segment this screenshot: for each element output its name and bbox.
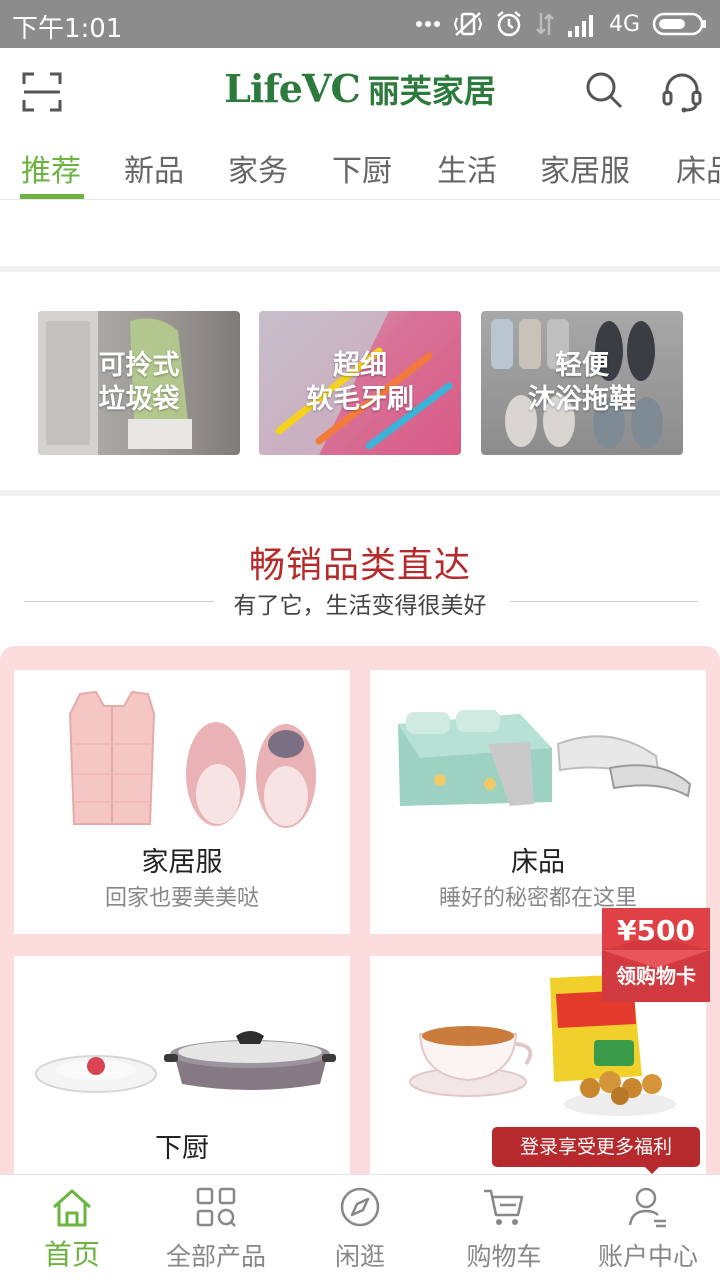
nav-home[interactable]: 首页 [0, 1175, 144, 1280]
vibrate-off-icon [453, 12, 483, 36]
app-header: LifeVC 丽芙家居 [0, 48, 720, 134]
tab-recommended[interactable]: 推荐 [21, 146, 81, 190]
signal-icon [567, 15, 593, 37]
promo-label: 超细 软毛牙刷 [259, 349, 461, 417]
promo-label-line1: 轻便 [555, 350, 609, 381]
category-tabs: 推荐 新品 家务 下厨 生活 家居服 床品 [0, 134, 720, 200]
tab-kitchen[interactable]: 下厨 [332, 146, 392, 190]
category-image [35, 1031, 336, 1093]
logo-text-en: LifeVC [224, 66, 360, 111]
coupon-label: 领购物卡 [616, 964, 696, 988]
tab-bedding[interactable]: 床品 [676, 146, 720, 190]
promo-label: 可拎式 垃圾袋 [38, 349, 240, 417]
category-name: 下厨 [155, 1133, 209, 1164]
data-transfer-icon [536, 13, 554, 35]
user-icon [628, 1187, 666, 1228]
category-desc: 回家也要美美哒 [104, 886, 259, 911]
section-subtitle-text: 有了它，生活变得很美好 [221, 593, 499, 619]
login-tip[interactable]: 登录享受更多福利 [492, 1127, 700, 1167]
category-image [398, 710, 692, 806]
promo-label-line2: 软毛牙刷 [306, 384, 414, 415]
status-bar: 下午1:01 4G [0, 0, 720, 48]
nav-explore[interactable]: 闲逛 [288, 1175, 432, 1280]
status-time: 下午1:01 [12, 14, 123, 44]
section-divider [0, 266, 720, 272]
promo-label-line1: 可拎式 [98, 350, 180, 381]
customer-service-button[interactable] [660, 70, 704, 114]
nav-account[interactable]: 账户中心 [576, 1175, 720, 1280]
category-card-bedding[interactable]: 床品 睡好的秘密都在这里 [370, 670, 706, 934]
logo-text-cn: 丽芙家居 [367, 72, 496, 110]
battery-icon [652, 12, 706, 36]
promo-label: 轻便 沐浴拖鞋 [481, 349, 683, 417]
grid-icon [196, 1187, 236, 1227]
search-icon [586, 72, 623, 109]
promo-card-slippers[interactable]: 轻便 沐浴拖鞋 [481, 311, 683, 455]
section-divider [0, 490, 720, 496]
nav-all-products[interactable]: 全部产品 [144, 1175, 288, 1280]
promo-label-line1: 超细 [333, 350, 387, 381]
promo-label-line2: 垃圾袋 [98, 384, 180, 415]
gift-card-badge[interactable]: ¥500 领购物卡 [602, 908, 710, 1002]
category-card-homewear[interactable]: 家居服 回家也要美美哒 [14, 670, 350, 934]
nav-label: 购物车 [466, 1242, 542, 1271]
tab-living[interactable]: 生活 [437, 146, 497, 190]
compass-icon [340, 1187, 380, 1227]
tab-new[interactable]: 新品 [124, 146, 184, 190]
network-type: 4G [608, 11, 640, 37]
nav-label: 全部产品 [165, 1242, 266, 1271]
promo-label-line2: 沐浴拖鞋 [528, 384, 636, 415]
tab-homewear[interactable]: 家居服 [540, 146, 630, 190]
more-dots-icon [415, 21, 440, 27]
nav-label: 首页 [43, 1238, 100, 1271]
tab-housework[interactable]: 家务 [228, 146, 288, 190]
promo-card-toothbrush[interactable]: 超细 软毛牙刷 [259, 311, 461, 455]
nav-label: 闲逛 [334, 1242, 385, 1271]
alarm-icon [497, 11, 521, 37]
category-name: 床品 [511, 847, 565, 878]
promo-card-trash-bag[interactable]: 可拎式 垃圾袋 [38, 311, 240, 455]
home-icon [53, 1189, 91, 1227]
nav-label: 账户中心 [597, 1242, 698, 1271]
search-button[interactable] [584, 70, 624, 110]
section-subtitle: 有了它，生活变得很美好 [0, 586, 720, 620]
headset-icon [662, 73, 702, 113]
category-image [68, 690, 316, 828]
coupon-amount: ¥500 [617, 914, 695, 947]
bottom-nav: 首页 全部产品 闲逛 购物车 账户中心 [0, 1174, 720, 1280]
section-title: 畅销品类直达 [248, 545, 471, 586]
cart-icon [484, 1189, 524, 1225]
status-icons: 4G [415, 6, 708, 42]
active-tab-indicator [20, 194, 84, 199]
login-tip-pointer [644, 1166, 660, 1174]
category-name: 家居服 [141, 847, 223, 878]
nav-cart[interactable]: 购物车 [432, 1175, 576, 1280]
category-card-kitchen[interactable]: 下厨 [14, 956, 350, 1186]
